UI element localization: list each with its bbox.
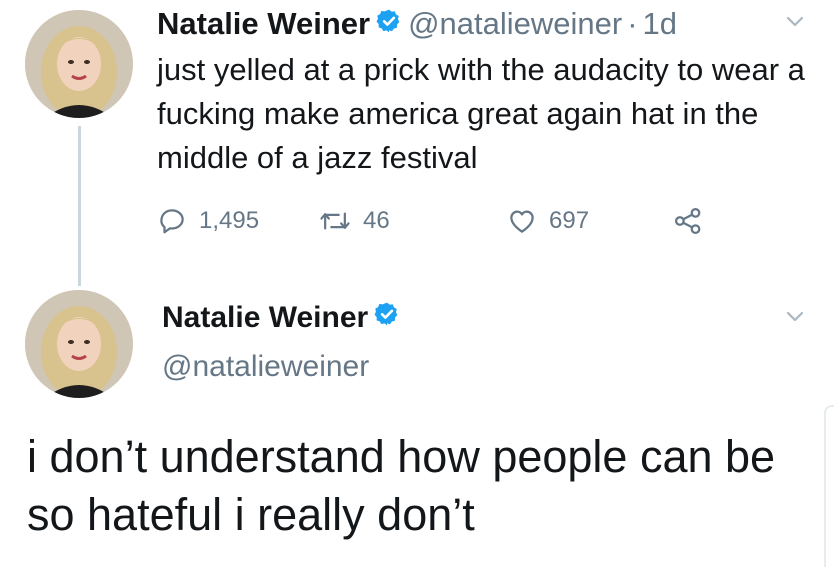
tweet-actions: 1,495 46 697: [157, 203, 757, 239]
tweet-text: i don’t understand how people can be so …: [27, 431, 776, 540]
tweet-header: Natalie Weiner @natalieweiner · 1d: [157, 4, 677, 44]
tweet-text: just yelled at a prick with the audacity…: [157, 52, 805, 175]
thread-connector-line: [78, 126, 81, 286]
retweet-icon: [320, 212, 350, 230]
avatar[interactable]: [25, 10, 133, 118]
author-handle[interactable]: @natalieweiner: [162, 350, 369, 384]
share-icon: [675, 208, 701, 234]
chevron-down-icon[interactable]: [783, 305, 807, 329]
tweet-header: Natalie Weiner: [162, 297, 406, 339]
timestamp[interactable]: 1d: [643, 6, 677, 42]
like-button[interactable]: 697: [507, 203, 589, 239]
reply-count: 1,495: [199, 207, 260, 234]
author-name[interactable]: Natalie Weiner: [157, 6, 370, 42]
avatar[interactable]: [25, 290, 133, 398]
retweet-count: 46: [363, 207, 390, 234]
chevron-down-icon[interactable]: [783, 10, 807, 34]
card-edge: [824, 405, 834, 567]
share-button[interactable]: [673, 203, 715, 239]
verified-badge-icon: [374, 301, 400, 335]
separator: ·: [627, 6, 638, 41]
like-count: 697: [549, 207, 590, 234]
reply-icon: [160, 209, 184, 234]
avatar-photo: [25, 290, 133, 398]
avatar-photo: [25, 10, 133, 118]
retweet-button[interactable]: 46: [319, 203, 390, 239]
author-handle[interactable]: @natalieweiner: [408, 6, 622, 42]
reply-button[interactable]: 1,495: [157, 203, 259, 239]
heart-icon: [510, 210, 534, 233]
verified-badge-icon: [376, 6, 402, 42]
author-name[interactable]: Natalie Weiner: [162, 301, 368, 335]
